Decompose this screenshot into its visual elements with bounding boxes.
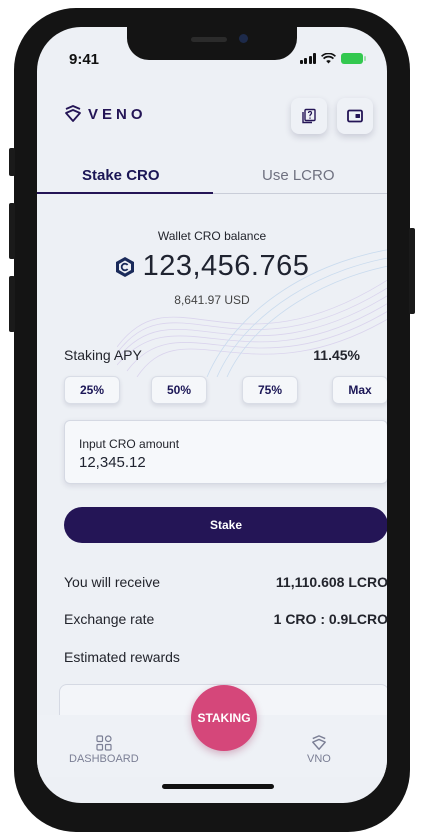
cro-amount-input[interactable] [79, 454, 369, 471]
help-button[interactable] [291, 98, 327, 134]
percent-buttons: 25% 50% 75% Max [64, 376, 387, 404]
wallet-balance-label: Wallet CRO balance [157, 229, 267, 243]
exchange-rate-label: Exchange rate [64, 611, 155, 627]
receive-row: You will receive 11,110.608 LCRO [64, 574, 387, 590]
volume-down-button [9, 276, 15, 332]
veno-nav-icon [311, 735, 326, 750]
dashboard-icon [96, 735, 112, 751]
cro-balance-value: 123,456.765 [142, 250, 310, 282]
exchange-rate-value: 1 CRO : 0.9LCRO [273, 611, 387, 627]
tab-use-lcro[interactable]: Use LCRO [262, 167, 335, 184]
nav-vno[interactable]: VNO [307, 735, 331, 765]
cro-coin-icon [115, 256, 134, 277]
help-document-icon [302, 108, 316, 124]
stake-tabs: Stake CRO Use LCRO [37, 167, 387, 205]
notch [127, 27, 297, 60]
app-screen: 9:41 VENO Stake CRO Use LCRO Wallet CRO … [37, 27, 387, 803]
cro-amount-label: Input CRO amount [79, 437, 180, 451]
wifi-icon [321, 53, 336, 64]
tab-active-indicator [37, 192, 213, 194]
receive-value: 11,110.608 LCRO [275, 574, 387, 590]
nav-dashboard-label: DASHBOARD [69, 753, 139, 765]
cro-amount-field[interactable]: Input CRO amount [64, 420, 387, 484]
speaker [191, 37, 227, 42]
percent-25-button[interactable]: 25% [64, 376, 120, 404]
status-time: 9:41 [69, 51, 100, 68]
stake-button[interactable]: Stake [64, 507, 387, 543]
estimated-rewards-label: Estimated rewards [64, 649, 180, 665]
percent-75-button[interactable]: 75% [242, 376, 298, 404]
nav-staking-button[interactable]: STAKING [191, 685, 257, 751]
brand-name: VENO [88, 105, 147, 123]
percent-50-button[interactable]: 50% [151, 376, 207, 404]
front-camera [239, 34, 248, 43]
max-button[interactable]: Max [332, 376, 387, 404]
volume-up-button [9, 203, 15, 259]
balance-usd-value: 8,641.97 USD [174, 293, 250, 307]
wallet-icon [347, 109, 363, 123]
home-indicator[interactable] [162, 784, 274, 789]
wallet-balance: 123,456.765 [37, 250, 387, 283]
tab-stake-cro[interactable]: Stake CRO [82, 167, 160, 184]
nav-vno-label: VNO [307, 753, 331, 765]
signal-icon [299, 53, 316, 64]
phone-frame: 9:41 VENO Stake CRO Use LCRO Wallet CRO … [9, 8, 415, 832]
battery-icon [341, 53, 366, 64]
wallet-button[interactable] [337, 98, 373, 134]
staking-apy-label: Staking APY [64, 347, 142, 363]
staking-apy-value: 11.45% [313, 347, 360, 363]
status-icons [299, 53, 366, 64]
veno-logo-icon [65, 105, 81, 122]
power-button [409, 228, 415, 314]
estimated-rewards-row: Estimated rewards [64, 649, 387, 665]
brand-logo[interactable]: VENO [64, 105, 147, 123]
receive-label: You will receive [64, 574, 160, 590]
exchange-rate-row: Exchange rate 1 CRO : 0.9LCRO [64, 611, 387, 627]
mute-switch [9, 148, 15, 176]
nav-dashboard[interactable]: DASHBOARD [69, 735, 139, 765]
